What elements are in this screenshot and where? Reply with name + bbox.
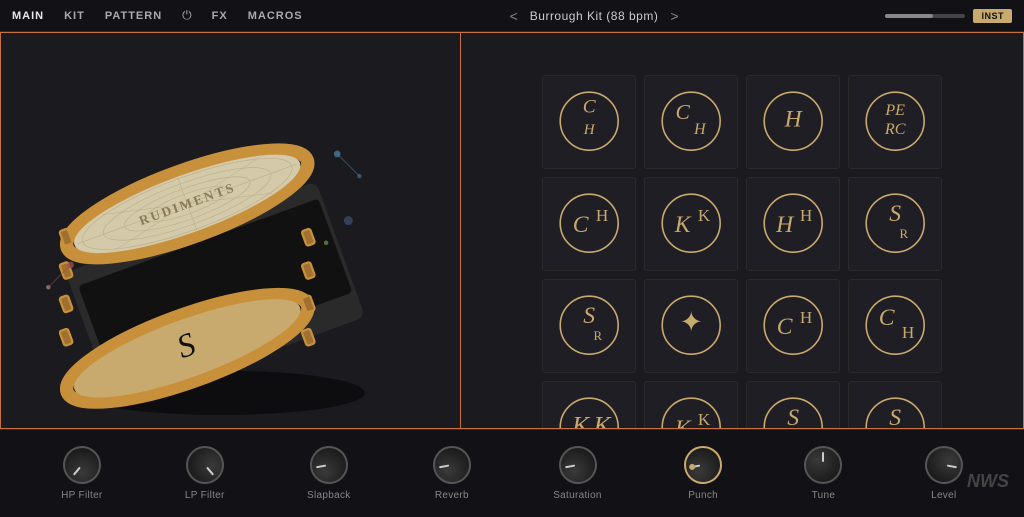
nav-title: Burrough Kit (88 bpm): [530, 9, 659, 23]
inst-button[interactable]: INST: [973, 9, 1012, 23]
svg-text:H: H: [800, 308, 812, 327]
hp-filter-label: HP Filter: [61, 490, 102, 501]
nav-prev-arrow[interactable]: <: [510, 8, 518, 24]
svg-text:✦: ✦: [679, 308, 702, 339]
pad-11[interactable]: C H: [746, 279, 840, 373]
nav-main[interactable]: MAIN: [12, 10, 44, 22]
level-label: Level: [931, 490, 956, 501]
pad-4[interactable]: PE RC: [848, 75, 942, 169]
svg-text:H: H: [596, 206, 608, 225]
lp-filter-label: LP Filter: [185, 490, 225, 501]
knob-group-saturation: Saturation: [553, 446, 602, 501]
svg-text:K: K: [698, 206, 711, 225]
hp-filter-knob[interactable]: [55, 438, 109, 492]
tune-label: Tune: [812, 490, 836, 501]
bottom-controls: HP Filter LP Filter Slapback Reverb Satu…: [0, 429, 1024, 517]
knob-group-level: Level: [925, 446, 963, 501]
svg-text:S: S: [889, 201, 901, 227]
knob-group-tune: Tune: [804, 446, 842, 501]
nav-pattern[interactable]: PATTERN: [105, 10, 162, 22]
pad-9[interactable]: S R: [542, 279, 636, 373]
lp-filter-knob[interactable]: [178, 438, 232, 492]
svg-text:R: R: [593, 330, 602, 344]
svg-text:H: H: [693, 121, 707, 138]
knob-group-hp-filter: HP Filter: [61, 446, 102, 501]
svg-text:H: H: [902, 323, 914, 342]
top-nav: MAIN KIT PATTERN ⏻ FX MACROS < Burrough …: [0, 0, 1024, 32]
nav-macros[interactable]: MACROS: [248, 10, 303, 22]
svg-text:C: C: [573, 212, 589, 238]
watermark: NWS: [967, 471, 1009, 492]
pad-12[interactable]: C H: [848, 279, 942, 373]
punch-knob[interactable]: [681, 443, 725, 487]
svg-text:H: H: [775, 212, 795, 238]
level-knob[interactable]: [922, 443, 966, 487]
svg-text:C: C: [879, 305, 895, 331]
progress-bar: [885, 14, 965, 18]
knob-group-punch: Punch: [684, 446, 722, 501]
svg-text:H: H: [583, 122, 596, 138]
svg-text:RC: RC: [884, 121, 906, 138]
slapback-knob[interactable]: [307, 443, 351, 487]
pad-10[interactable]: ✦: [644, 279, 738, 373]
slapback-label: Slapback: [307, 490, 351, 501]
svg-text:H: H: [800, 206, 812, 225]
tune-knob[interactable]: [804, 446, 842, 484]
pad-6[interactable]: K K: [644, 177, 738, 271]
pad-1[interactable]: C H: [542, 75, 636, 169]
svg-text:S: S: [583, 303, 595, 329]
pad-grid: C H C H H PE: [542, 75, 942, 475]
svg-text:K: K: [698, 410, 711, 429]
nav-right: INST: [885, 9, 1012, 23]
progress-fill: [885, 14, 933, 18]
pad-7[interactable]: H H: [746, 177, 840, 271]
pad-8[interactable]: S R: [848, 177, 942, 271]
power-icon[interactable]: ⏻: [182, 8, 192, 23]
saturation-knob[interactable]: [555, 443, 599, 487]
knob-group-slapback: Slapback: [307, 446, 351, 501]
punch-label: Punch: [688, 490, 718, 501]
reverb-label: Reverb: [435, 490, 469, 501]
svg-text:C: C: [675, 100, 690, 124]
svg-text:PE: PE: [884, 102, 905, 119]
knob-group-reverb: Reverb: [433, 446, 471, 501]
pad-3[interactable]: H: [746, 75, 840, 169]
nav-center: < Burrough Kit (88 bpm) >: [323, 8, 866, 24]
nav-next-arrow[interactable]: >: [670, 8, 678, 24]
nav-fx[interactable]: FX: [212, 10, 228, 22]
saturation-label: Saturation: [553, 490, 602, 501]
pad-2[interactable]: C H: [644, 75, 738, 169]
svg-text:K: K: [674, 212, 692, 238]
nav-kit[interactable]: KIT: [64, 10, 85, 22]
svg-text:C: C: [777, 314, 793, 340]
svg-text:H: H: [783, 107, 803, 133]
knob-group-lp-filter: LP Filter: [185, 446, 225, 501]
svg-text:C: C: [583, 97, 597, 118]
svg-text:S: S: [787, 405, 799, 431]
svg-text:R: R: [899, 228, 908, 242]
pad-5[interactable]: C H: [542, 177, 636, 271]
svg-text:S: S: [889, 405, 901, 431]
reverb-knob[interactable]: [430, 443, 474, 487]
